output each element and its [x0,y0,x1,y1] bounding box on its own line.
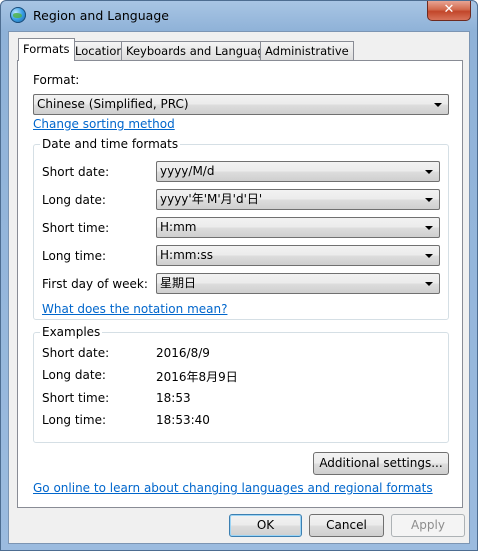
short-date-value: yyyy/M/d [160,164,215,178]
additional-settings-button[interactable]: Additional settings... [313,452,449,475]
first-day-of-week-value: 星期日 [160,276,197,290]
group-title: Examples [40,325,103,339]
short-date-label: Short date: [42,165,110,179]
change-sorting-method-link[interactable]: Change sorting method [33,117,175,131]
formats-panel: Format: Chinese (Simplified, PRC) Change… [17,60,463,508]
long-date-value: yyyy'年'M'月'd'日' [160,192,263,206]
example-short-date-label: Short date: [42,346,110,360]
short-time-label: Short time: [42,221,110,235]
long-time-label: Long time: [42,249,107,263]
long-time-value: H:mm:ss [160,248,213,262]
globe-icon [10,7,26,23]
tab-label: Administrative [265,44,349,58]
dialog-client: Formats Location Keyboards and Languages… [8,31,470,544]
first-day-of-week-label: First day of week: [42,277,148,291]
long-date-select[interactable]: yyyy'年'M'月'd'日' [156,189,440,210]
tab-formats[interactable]: Formats [18,38,75,61]
format-select-value: Chinese (Simplified, PRC) [37,97,189,111]
example-long-date-label: Long date: [42,368,106,382]
example-long-time-value: 18:53:40 [156,413,210,427]
example-short-time-value: 18:53 [156,391,191,405]
example-short-date-value: 2016/8/9 [156,346,210,360]
short-time-value: H:mm [160,220,197,234]
chevron-down-icon [425,170,433,174]
title-bar: Region and Language ✕ [1,1,477,31]
chevron-down-icon [425,254,433,258]
example-long-time-label: Long time: [42,413,107,427]
format-select[interactable]: Chinese (Simplified, PRC) [33,94,449,115]
short-date-select[interactable]: yyyy/M/d [156,161,440,182]
tab-label: Keyboards and Languages [126,44,278,58]
tab-label: Location [75,44,124,58]
example-long-date-value: 2016年8月9日 [156,370,238,384]
tab-keyboards-and-languages[interactable]: Keyboards and Languages [121,41,283,60]
tab-label: Formats [23,42,70,56]
close-icon: ✕ [443,2,455,17]
apply-button[interactable]: Apply [391,514,465,537]
tab-location[interactable]: Location [70,41,129,60]
first-day-of-week-select[interactable]: 星期日 [156,273,440,294]
close-button[interactable]: ✕ [427,1,471,21]
long-time-select[interactable]: H:mm:ss [156,245,440,266]
example-short-time-label: Short time: [42,391,110,405]
examples-group: Examples Short date: 2016/8/9 Long date:… [33,325,449,443]
short-time-select[interactable]: H:mm [156,217,440,238]
chevron-down-icon [425,226,433,230]
cancel-button[interactable]: Cancel [309,514,384,537]
chevron-down-icon [425,282,433,286]
tab-administrative[interactable]: Administrative [260,41,354,60]
chevron-down-icon [425,198,433,202]
online-help-link[interactable]: Go online to learn about changing langua… [33,481,433,495]
notation-help-link[interactable]: What does the notation mean? [42,302,227,316]
long-date-label: Long date: [42,193,106,207]
datetime-formats-group: Date and time formats Short date: yyyy/M… [33,137,449,320]
ok-button[interactable]: OK [229,514,302,537]
window-title: Region and Language [33,8,169,23]
chevron-down-icon [434,103,442,107]
format-label: Format: [33,73,80,87]
window-frame: Region and Language ✕ Formats Location K… [0,0,478,551]
group-title: Date and time formats [40,137,181,151]
